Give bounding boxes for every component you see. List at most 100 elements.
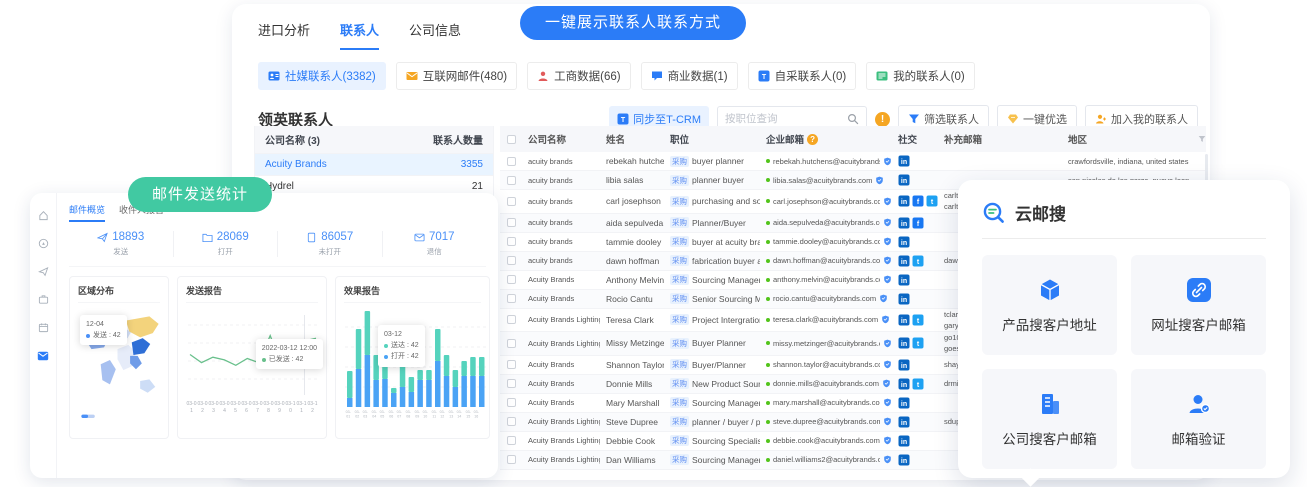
tab-1[interactable]: 联系人 — [340, 20, 379, 50]
row-checkbox[interactable] — [507, 294, 516, 303]
in-icon[interactable]: in — [898, 236, 910, 248]
in-icon[interactable]: in — [898, 155, 910, 167]
cell-social: int — [892, 255, 938, 267]
in-icon[interactable]: in — [898, 435, 910, 447]
sidebar-home-icon[interactable] — [37, 209, 50, 222]
row-checkbox[interactable] — [507, 256, 516, 265]
sidebar-compass-icon[interactable] — [37, 237, 50, 250]
plane-icon — [97, 232, 108, 243]
folder-icon — [202, 232, 213, 243]
help-icon[interactable]: ! — [875, 112, 890, 127]
cell-name: Mary Marshall — [600, 398, 664, 408]
in-icon[interactable]: in — [898, 195, 910, 207]
source-tab-3[interactable]: 商业数据(1) — [641, 62, 738, 90]
mail-tab-0[interactable]: 邮件概览 — [69, 203, 105, 222]
contact-table-header: 公司名称 姓名 职位 企业邮箱? 社交 补充邮箱 地区 — [500, 126, 1206, 152]
verified-dot-icon — [766, 159, 770, 163]
cell-region: crawfordsville, indiana, united states — [1062, 157, 1192, 166]
source-tab-0[interactable]: 社媒联系人(3382) — [258, 62, 386, 90]
cell-position: 采购buyer at acuity bran — [664, 236, 760, 247]
in-icon[interactable]: in — [898, 378, 910, 390]
file-icon — [306, 232, 317, 243]
svg-text:in: in — [901, 239, 907, 246]
cell-social: int — [892, 378, 938, 390]
row-checkbox[interactable] — [507, 197, 516, 206]
row-checkbox[interactable] — [507, 237, 516, 246]
cell-position: 采购planner buyer — [664, 175, 760, 186]
company-row-0[interactable]: Acuity Brands3355 — [255, 153, 493, 175]
cell-email: steve.dupree@acuitybrands.com — [760, 417, 892, 426]
tw-icon[interactable]: t — [912, 255, 924, 267]
shield-icon — [881, 315, 890, 324]
row-checkbox[interactable] — [507, 417, 516, 426]
cloud-tile-3[interactable]: 邮箱验证 — [1131, 369, 1266, 469]
row-checkbox[interactable] — [507, 436, 516, 445]
cell-name: libia salas — [600, 175, 664, 185]
search-input[interactable] — [725, 113, 847, 125]
tw-icon[interactable]: t — [926, 195, 938, 207]
stat-label: 退信 — [427, 246, 442, 257]
source-tab-5[interactable]: 我的联系人(0) — [866, 62, 975, 90]
tw-icon[interactable]: t — [912, 337, 924, 349]
in-icon[interactable]: in — [898, 359, 910, 371]
in-icon[interactable]: in — [898, 255, 910, 267]
cloud-tile-0[interactable]: 产品搜客户地址 — [982, 255, 1117, 355]
stat-label: 打开 — [218, 246, 233, 257]
source-tab-2[interactable]: 工商数据(66) — [527, 62, 630, 90]
select-all-checkbox[interactable] — [507, 135, 516, 144]
source-tab-1[interactable]: 互联网邮件(480) — [396, 62, 517, 90]
stat-value: 28069 — [217, 231, 249, 243]
verified-dot-icon — [766, 439, 770, 443]
row-checkbox[interactable] — [507, 455, 516, 464]
row-checkbox[interactable] — [507, 360, 516, 369]
svg-text:in: in — [901, 199, 907, 206]
in-icon[interactable]: in — [898, 397, 910, 409]
row-checkbox[interactable] — [507, 398, 516, 407]
row-checkbox[interactable] — [507, 379, 516, 388]
cloud-tile-2[interactable]: 公司搜客户邮箱 — [982, 369, 1117, 469]
cell-position: 采购Sourcing Specialist — [664, 435, 760, 446]
source-tab-4[interactable]: T自采联系人(0) — [748, 62, 857, 90]
tab-2[interactable]: 公司信息 — [409, 20, 461, 50]
row-checkbox[interactable] — [507, 176, 516, 185]
row-checkbox[interactable] — [507, 218, 516, 227]
user-check-icon — [1186, 391, 1212, 417]
in-icon[interactable]: in — [898, 314, 910, 326]
verified-dot-icon — [766, 420, 770, 424]
in-icon[interactable]: in — [898, 416, 910, 428]
position-tag: 采购 — [670, 378, 689, 389]
search-icon[interactable] — [847, 113, 859, 125]
sidebar-send-icon[interactable] — [37, 265, 50, 278]
tcrm-icon: T — [617, 113, 629, 125]
fb-icon[interactable]: f — [912, 195, 924, 207]
svg-text:in: in — [901, 419, 907, 426]
cell-email: dawn.hoffman@acuitybrands.com — [760, 256, 892, 265]
in-icon[interactable]: in — [898, 274, 910, 286]
row-checkbox[interactable] — [507, 157, 516, 166]
in-icon[interactable]: in — [898, 217, 910, 229]
row-checkbox[interactable] — [507, 315, 516, 324]
tw-icon[interactable]: t — [912, 314, 924, 326]
region-distribution-chart: 区域分布 12-04 发送 : 42 — [69, 276, 169, 439]
svg-text:in: in — [901, 362, 907, 369]
in-icon[interactable]: in — [898, 293, 910, 305]
mail-orange-icon — [406, 70, 418, 82]
in-icon[interactable]: in — [898, 337, 910, 349]
fb-icon[interactable]: f — [912, 217, 924, 229]
in-icon[interactable]: in — [898, 454, 910, 466]
tab-0[interactable]: 进口分析 — [258, 20, 310, 50]
tw-icon[interactable]: t — [912, 378, 924, 390]
cell-company: Acuity Brands — [522, 294, 600, 303]
in-icon[interactable]: in — [898, 174, 910, 186]
stat-label: 未打开 — [319, 246, 342, 257]
email-help-icon[interactable]: ? — [807, 134, 818, 145]
sidebar-calendar-icon[interactable] — [37, 321, 50, 334]
table-filter-icon[interactable] — [1192, 134, 1206, 144]
sidebar-mail-active-icon[interactable] — [37, 349, 50, 362]
row-checkbox[interactable] — [507, 275, 516, 284]
contact-count-header: 联系人数量 — [433, 132, 483, 147]
row-checkbox[interactable] — [507, 339, 516, 348]
sidebar-briefcase-icon[interactable] — [37, 293, 50, 306]
contact-row[interactable]: acuity brandsrebekah hutchens采购buyer pla… — [500, 152, 1206, 171]
cloud-tile-1[interactable]: 网址搜客户邮箱 — [1131, 255, 1266, 355]
